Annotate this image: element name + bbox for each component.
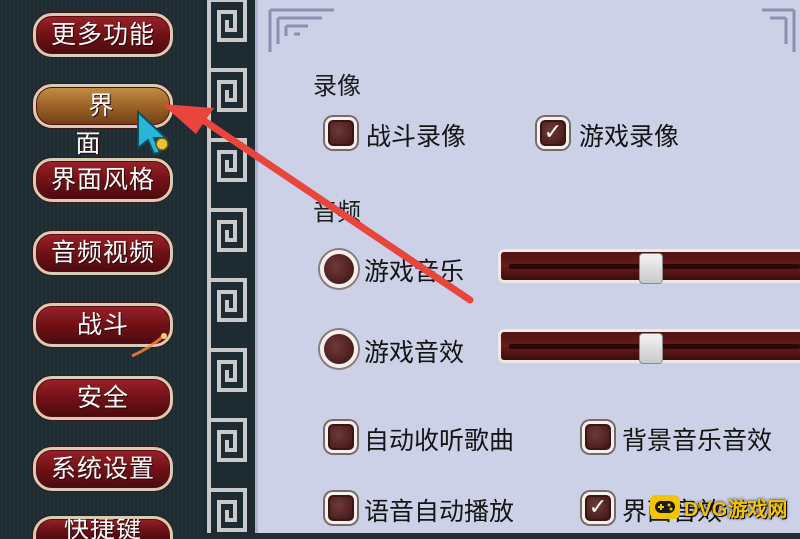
site-watermark: DVG游戏网 [650, 488, 800, 526]
watermark-text: DVG游戏网 [684, 498, 788, 521]
gamepad-logo-icon [650, 495, 680, 519]
annotation-arrow-icon [162, 104, 474, 304]
